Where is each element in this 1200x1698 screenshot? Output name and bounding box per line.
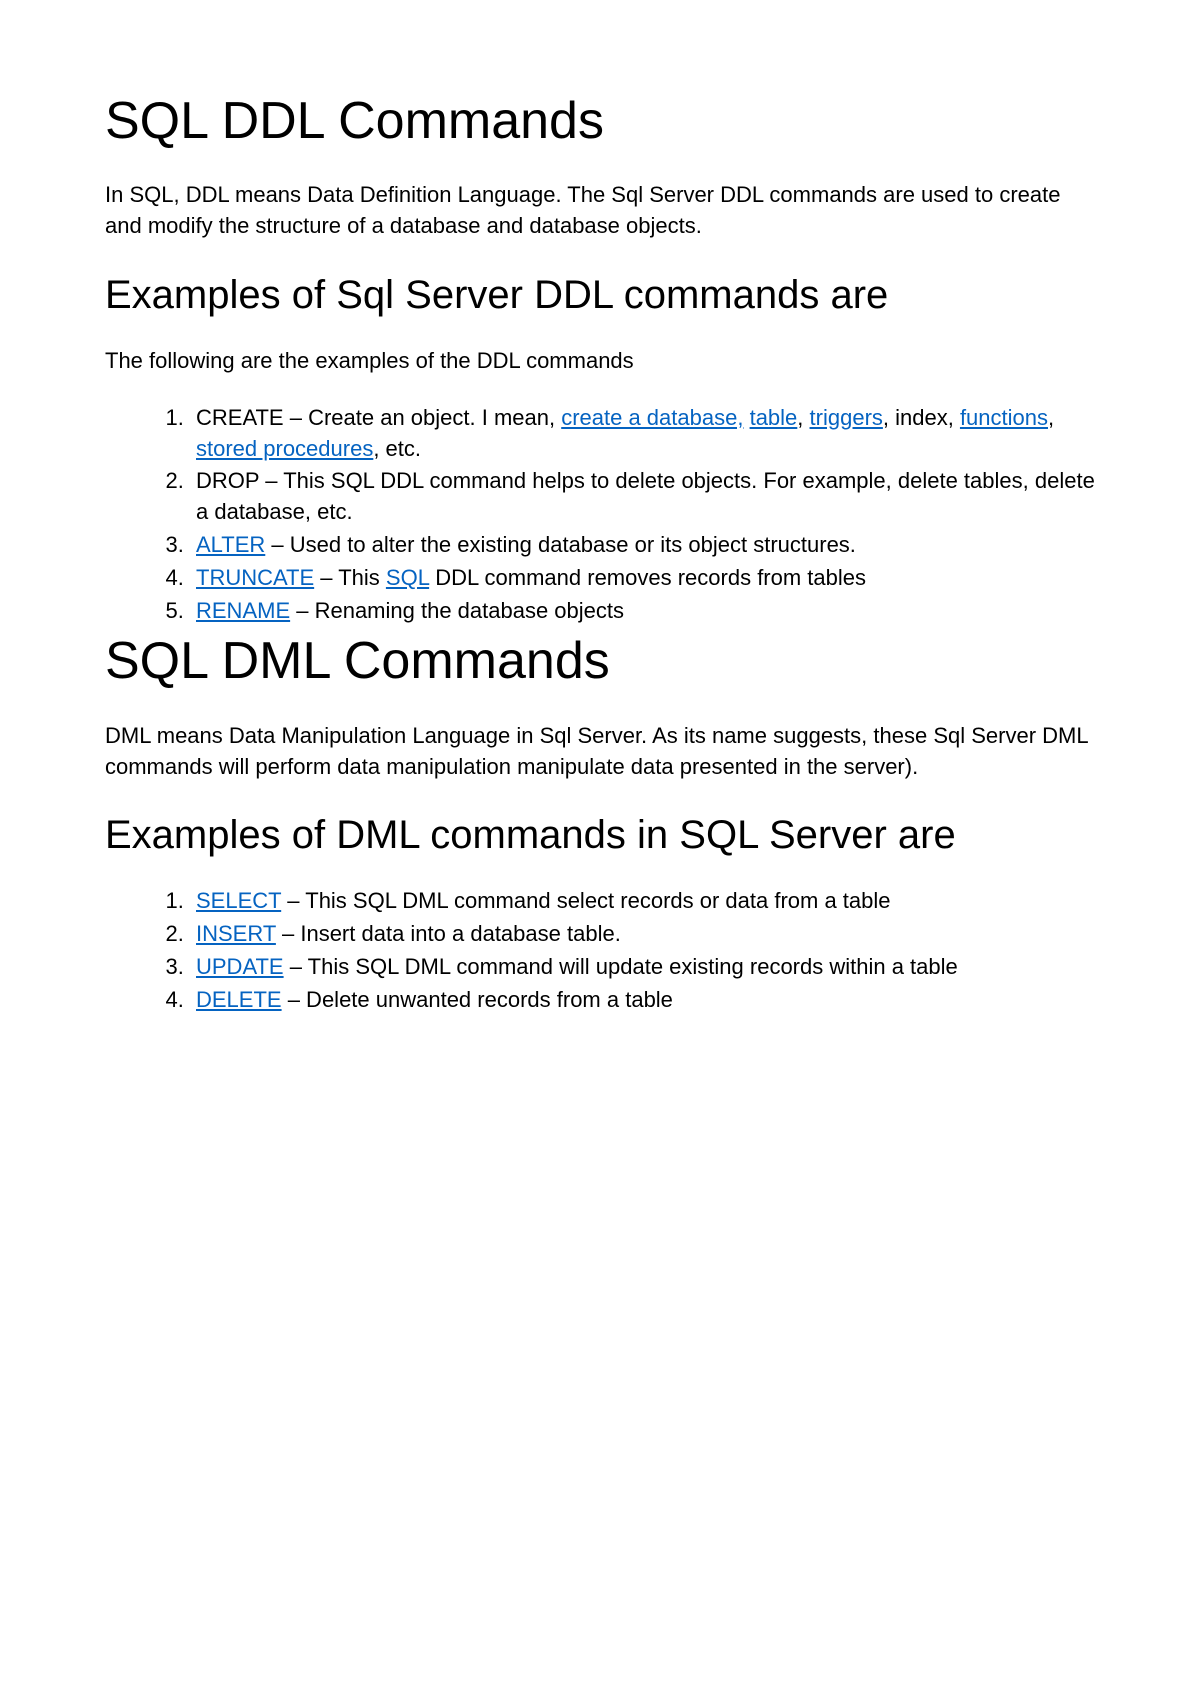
link-triggers[interactable]: triggers (810, 405, 883, 430)
list-item: SELECT – This SQL DML command select rec… (190, 886, 1095, 917)
list-item: DELETE – Delete unwanted records from a … (190, 985, 1095, 1016)
list-item: ALTER – Used to alter the existing datab… (190, 530, 1095, 561)
list-dml-examples: SELECT – This SQL DML command select rec… (105, 886, 1095, 1015)
link-insert[interactable]: INSERT (196, 921, 276, 946)
list-item: RENAME – Renaming the database objects (190, 596, 1095, 627)
paragraph-ddl-lead: The following are the examples of the DD… (105, 346, 1095, 377)
text: – Used to alter the existing database or… (265, 532, 856, 557)
text: – This SQL DML command will update exist… (284, 954, 958, 979)
list-item: UPDATE – This SQL DML command will updat… (190, 952, 1095, 983)
list-item: CREATE – Create an object. I mean, creat… (190, 403, 1095, 465)
paragraph-dml-intro: DML means Data Manipulation Language in … (105, 721, 1095, 783)
link-rename[interactable]: RENAME (196, 598, 290, 623)
text: , etc. (373, 436, 421, 461)
text: , (1048, 405, 1054, 430)
text: DDL command removes records from tables (429, 565, 866, 590)
heading-dml-examples: Examples of DML commands in SQL Server a… (105, 810, 1095, 860)
link-table[interactable]: table (750, 405, 798, 430)
link-update[interactable]: UPDATE (196, 954, 284, 979)
text: – Delete unwanted records from a table (282, 987, 673, 1012)
link-create-database[interactable]: create a database, (561, 405, 743, 430)
text: , index, (883, 405, 960, 430)
link-stored-procedures[interactable]: stored procedures (196, 436, 373, 461)
heading-dml-commands: SQL DML Commands (105, 630, 1095, 692)
list-item: TRUNCATE – This SQL DDL command removes … (190, 563, 1095, 594)
heading-ddl-commands: SQL DDL Commands (105, 90, 1095, 152)
text: – This SQL DML command select records or… (281, 888, 890, 913)
link-alter[interactable]: ALTER (196, 532, 265, 557)
link-delete[interactable]: DELETE (196, 987, 282, 1012)
text: CREATE – Create an object. I mean, (196, 405, 561, 430)
list-item: DROP – This SQL DDL command helps to del… (190, 466, 1095, 528)
paragraph-ddl-intro: In SQL, DDL means Data Definition Langua… (105, 180, 1095, 242)
link-truncate[interactable]: TRUNCATE (196, 565, 314, 590)
text: , (797, 405, 809, 430)
text: – This (314, 565, 386, 590)
link-sql[interactable]: SQL (386, 565, 429, 590)
link-select[interactable]: SELECT (196, 888, 281, 913)
list-ddl-examples: CREATE – Create an object. I mean, creat… (105, 403, 1095, 627)
heading-ddl-examples: Examples of Sql Server DDL commands are (105, 270, 1095, 320)
text: – Renaming the database objects (290, 598, 624, 623)
link-functions[interactable]: functions (960, 405, 1048, 430)
text: – Insert data into a database table. (276, 921, 621, 946)
list-item: INSERT – Insert data into a database tab… (190, 919, 1095, 950)
